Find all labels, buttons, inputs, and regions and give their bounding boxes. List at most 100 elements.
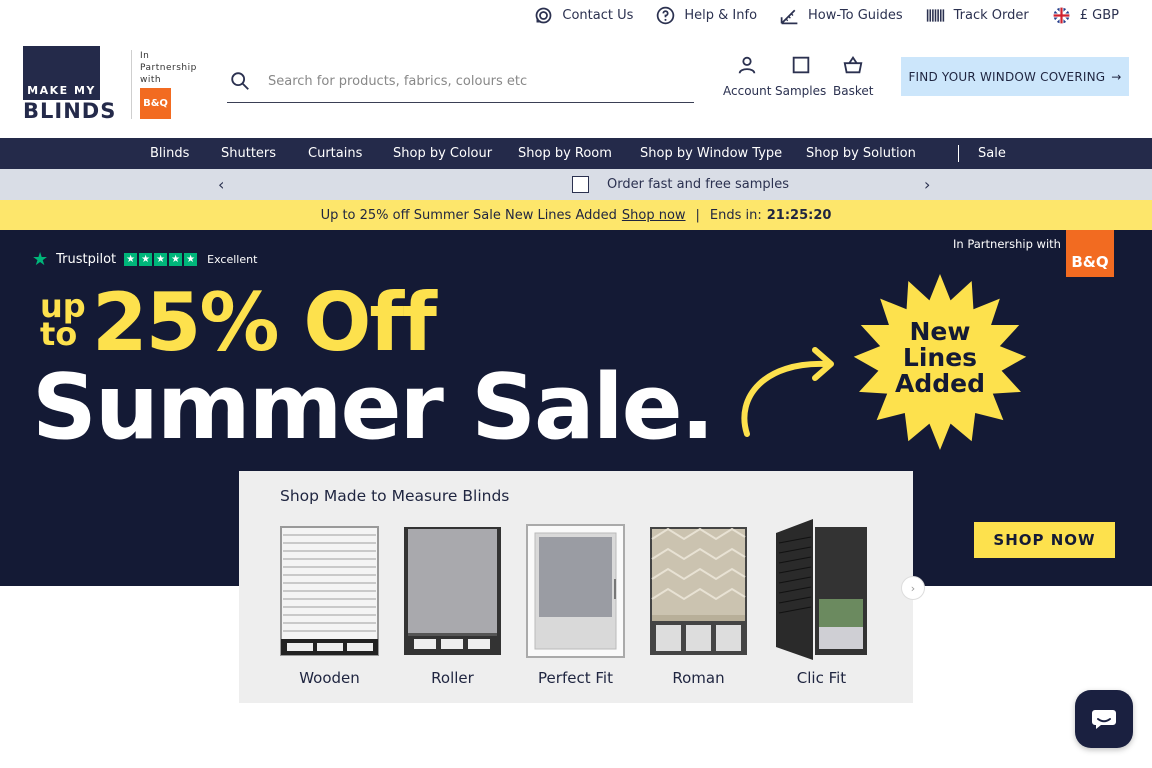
sale-shop-now-link[interactable]: Shop now <box>622 208 686 223</box>
track-order-label: Track Order <box>953 7 1029 23</box>
promo-strip-text: Order fast and free samples <box>607 177 790 192</box>
carousel-next-icon[interactable]: › <box>901 576 925 600</box>
burst-line3: Added <box>895 369 985 398</box>
search-icon[interactable] <box>229 70 251 92</box>
trustpilot-label: Trustpilot <box>56 252 117 267</box>
star-icon: ★ <box>139 253 153 266</box>
logo-line1: MAKE MY <box>27 84 96 97</box>
currency-selector[interactable]: £ GBP <box>1051 5 1119 26</box>
card-perfect-fit[interactable]: Perfect Fit <box>525 519 626 687</box>
main-nav: Blinds Shutters Curtains Shop by Colour … <box>0 138 1152 169</box>
help-info-label: Help & Info <box>684 7 758 23</box>
user-icon <box>738 56 756 74</box>
nav-shop-by-window-type[interactable]: Shop by Window Type <box>640 146 782 161</box>
logo-top: MAKE MY <box>23 46 100 100</box>
sale-bar-ends-label: Ends in: <box>709 207 762 223</box>
make-my-blinds-logo[interactable]: MAKE MY BLINDS <box>23 46 117 123</box>
contact-us-link[interactable]: Contact Us <box>533 5 633 26</box>
help-icon <box>657 6 675 24</box>
site-header: MAKE MY BLINDS In Partnership with B&Q A… <box>0 30 1152 138</box>
countdown-timer: 21:25:20 <box>766 207 832 223</box>
find-button-label: FIND YOUR WINDOW COVERING <box>908 69 1106 84</box>
card-label-perfect-fit: Perfect Fit <box>538 669 613 687</box>
wooden-blind-image <box>280 526 379 656</box>
rating-label: Excellent <box>207 253 258 266</box>
currency-label: £ GBP <box>1079 7 1119 23</box>
nav-shutters[interactable]: Shutters <box>221 146 276 161</box>
hero-headline: Summer Sale. <box>32 355 715 460</box>
card-label-clic-fit: Clic Fit <box>796 669 847 687</box>
nav-sale[interactable]: Sale <box>978 146 1006 161</box>
ruler-icon <box>780 9 798 24</box>
chat-button[interactable] <box>1075 690 1133 748</box>
basket-icon <box>843 56 863 74</box>
star-icon: ★ <box>154 253 168 266</box>
track-order-link[interactable]: Track Order <box>925 5 1029 26</box>
how-to-guides-label: How-To Guides <box>808 7 903 23</box>
samples-label: Samples <box>775 84 827 98</box>
sale-bar-separator: | <box>695 207 700 223</box>
trustpilot-rating: ★ Trustpilot ★ ★ ★ ★ ★ Excellent <box>32 249 257 270</box>
logo-divider <box>131 50 132 119</box>
hero-up-to: up to <box>40 290 86 350</box>
panel-title: Shop Made to Measure Blinds <box>280 487 510 505</box>
nav-divider <box>958 145 959 162</box>
card-roller[interactable]: Roller <box>402 519 503 687</box>
card-roman[interactable]: Roman <box>648 519 749 687</box>
swatch-icon <box>792 56 809 74</box>
chat-bubble-icon <box>1092 710 1116 729</box>
nav-shop-by-room[interactable]: Shop by Room <box>518 146 612 161</box>
basket-label: Basket <box>833 84 874 98</box>
headset-icon <box>536 7 552 23</box>
sale-bar-text: Up to 25% off Summer Sale New Lines Adde… <box>320 207 617 223</box>
bq-logo: B&Q <box>140 88 171 119</box>
burst-line1: New <box>909 317 971 346</box>
nav-shop-by-colour[interactable]: Shop by Colour <box>393 146 492 161</box>
card-clic-fit[interactable]: Clic Fit <box>771 519 872 687</box>
shop-blinds-panel: Shop Made to Measure Blinds Wooden Rolle… <box>239 471 913 703</box>
partnership-text: In Partnership with <box>140 50 197 86</box>
contact-us-label: Contact Us <box>562 7 634 23</box>
barcode-icon <box>926 8 944 22</box>
sample-box-icon <box>572 176 589 193</box>
nav-curtains[interactable]: Curtains <box>308 146 362 161</box>
star-icon: ★ <box>184 253 198 266</box>
logo-line2: BLINDS <box>23 99 117 123</box>
nav-shop-by-solution[interactable]: Shop by Solution <box>806 146 916 161</box>
hero-shop-now-button[interactable]: SHOP NOW <box>974 522 1115 558</box>
how-to-guides-link[interactable]: How-To Guides <box>779 5 903 26</box>
utility-bar: Contact Us Help & Info How-To Guides Tra… <box>0 0 1152 30</box>
samples-button[interactable]: Samples <box>775 54 826 98</box>
roman-blind-image <box>650 527 747 655</box>
partnership-line3: with <box>140 75 162 85</box>
card-label-wooden: Wooden <box>299 669 360 687</box>
trustpilot-star-icon: ★ <box>32 249 49 270</box>
arrow-right-icon: → <box>1111 69 1122 84</box>
help-info-link[interactable]: Help & Info <box>655 5 757 26</box>
card-wooden[interactable]: Wooden <box>279 519 380 687</box>
partnership-line1: In <box>140 51 150 61</box>
partnership-line2: Partnership <box>140 63 197 73</box>
account-button[interactable]: Account <box>723 54 771 98</box>
chevron-left-icon[interactable]: ‹ <box>218 175 224 194</box>
uk-flag-icon <box>1053 7 1070 23</box>
burst-text: New Lines Added <box>852 319 1028 397</box>
promo-strip: ‹ Order fast and free samples › <box>0 169 1152 200</box>
nav-blinds[interactable]: Blinds <box>150 146 189 161</box>
hero-partner-text: In Partnership with <box>953 237 1061 251</box>
card-label-roller: Roller <box>431 669 474 687</box>
find-window-covering-button[interactable]: FIND YOUR WINDOW COVERING → <box>901 57 1129 96</box>
rating-stars: ★ ★ ★ ★ ★ <box>124 253 198 266</box>
roller-blind-image <box>404 527 501 655</box>
burst-line2: Lines <box>902 343 978 372</box>
search-input[interactable] <box>268 73 688 89</box>
card-label-roman: Roman <box>672 669 725 687</box>
hero-bq-logo: B&Q <box>1066 230 1114 277</box>
clic-fit-blind-image <box>776 519 867 660</box>
perfect-fit-blind-image <box>526 524 625 658</box>
star-icon: ★ <box>124 253 138 266</box>
chevron-right-icon[interactable]: › <box>924 175 930 194</box>
curved-arrow-icon <box>741 347 834 437</box>
account-label: Account <box>723 84 772 98</box>
basket-button[interactable]: Basket <box>833 54 873 98</box>
